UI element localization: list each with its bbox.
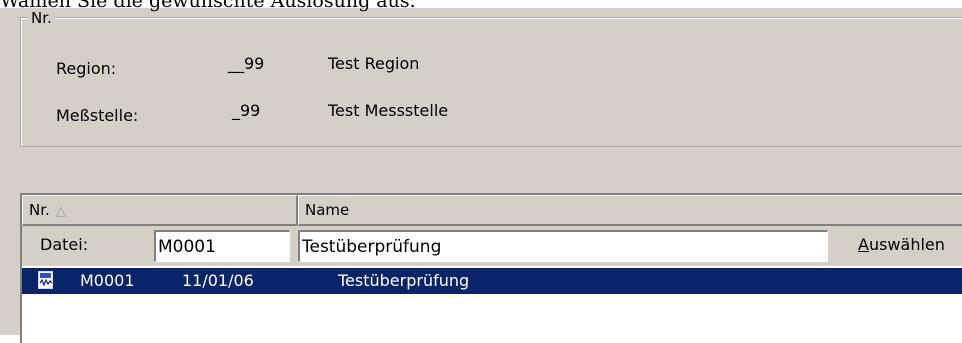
select-button[interactable]: Auswählen <box>858 235 945 254</box>
select-button-accel: A <box>858 235 869 254</box>
region-label: Region: <box>56 59 117 78</box>
measuring-point-label: Meßstelle: <box>56 106 139 125</box>
select-button-rest: uswählen <box>868 235 945 254</box>
filter-row: Datei: Auswählen <box>22 226 962 266</box>
column-header-name[interactable]: Name <box>298 195 962 226</box>
column-header-number[interactable]: Nr. △ <box>22 195 298 226</box>
instruction-text: Wählen Sie die gewünschte Auslösung aus. <box>0 0 416 12</box>
region-number: __99 <box>228 54 265 73</box>
measuring-point-number: _99 <box>232 101 261 120</box>
dialog-panel: Nr. Region: __99 Test Region Meßstelle: … <box>0 8 962 343</box>
row-number: M0001 <box>80 271 135 290</box>
table-row[interactable]: M0001 11/01/06 Testüberprüfung <box>22 268 962 294</box>
sort-ascending-icon: △ <box>55 204 66 219</box>
row-date: 11/01/06 <box>182 271 254 290</box>
file-name-input[interactable] <box>298 230 828 262</box>
number-groupbox <box>20 17 962 147</box>
column-header-name-label: Name <box>305 201 350 219</box>
results-listview[interactable]: Nr. △ Name Datei: Auswählen M0001 11/01/0… <box>20 193 962 343</box>
row-name: Testüberprüfung <box>338 271 470 290</box>
region-name: Test Region <box>328 54 420 73</box>
measuring-point-name: Test Messstelle <box>328 101 449 120</box>
waveform-file-icon <box>38 271 53 289</box>
file-number-input[interactable] <box>154 230 290 262</box>
file-filter-label: Datei: <box>40 235 89 254</box>
column-header-number-label: Nr. <box>29 201 50 219</box>
